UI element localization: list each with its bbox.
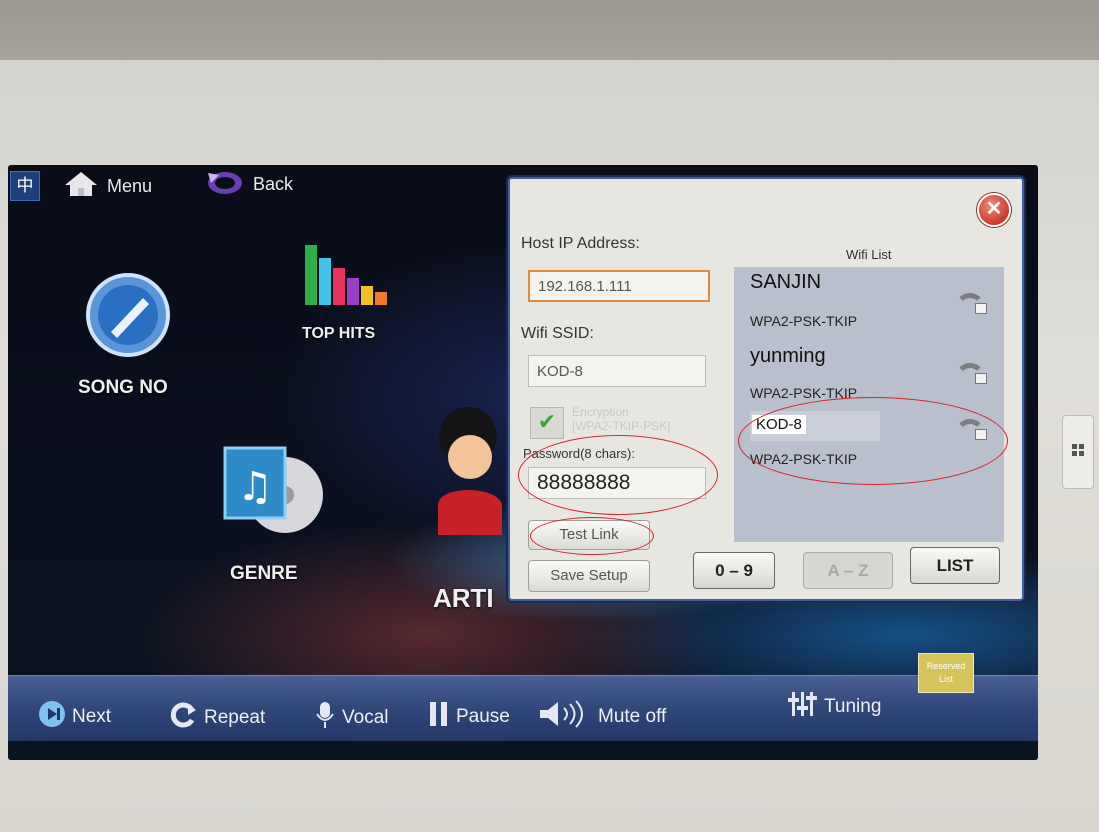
speaker-icon xyxy=(538,700,592,734)
next-icon xyxy=(38,700,66,734)
svg-text:♫: ♫ xyxy=(237,464,273,510)
encryption-label: Encryption xyxy=(572,405,629,419)
next-button[interactable]: Next xyxy=(38,700,111,734)
host-ip-value: 192.168.1.111 xyxy=(538,277,632,295)
list-button[interactable]: LIST xyxy=(910,547,1000,584)
language-toggle-button[interactable]: 中 xyxy=(10,171,40,201)
back-label: Back xyxy=(253,173,294,194)
wifi-list-title: Wifi List xyxy=(846,247,892,262)
top-hits-label: TOP HITS xyxy=(302,325,376,342)
wifi-item-encryption: WPA2-PSK-TKIP xyxy=(750,313,858,329)
digits-keypad-button[interactable]: 0 – 9 xyxy=(693,552,775,589)
repeat-label: Repeat xyxy=(204,707,266,728)
home-icon xyxy=(63,170,99,203)
tuning-label: Tuning xyxy=(824,696,882,717)
letters-keypad-button[interactable]: A – Z xyxy=(803,552,893,589)
pause-button[interactable]: Pause xyxy=(428,700,510,734)
host-ip-label: Host IP Address: xyxy=(521,235,640,252)
close-icon: ✕ xyxy=(985,198,1003,220)
wifi-locked-signal-icon xyxy=(955,363,989,385)
host-ip-input[interactable]: 192.168.1.111 xyxy=(528,270,710,302)
bar-chart-icon xyxy=(303,240,393,315)
genre-label: GENRE xyxy=(230,563,298,584)
device-side-button[interactable] xyxy=(1062,415,1094,489)
annotation-ellipse-kod8 xyxy=(738,397,1008,485)
save-setup-button[interactable]: Save Setup xyxy=(528,560,650,592)
close-button[interactable]: ✕ xyxy=(977,193,1011,227)
letters-label: A – Z xyxy=(827,561,869,580)
grid-icon xyxy=(1072,444,1084,456)
song-no-label: SONG NO xyxy=(78,377,168,398)
screen: 中 Menu Back SONG NO TOP HITS ♫ GENRE ART… xyxy=(8,165,1038,760)
equalizer-icon xyxy=(788,690,818,724)
menu-label: Menu xyxy=(107,175,153,196)
encryption-checkbox[interactable]: ✔ xyxy=(530,407,564,439)
tuning-button[interactable]: Tuning xyxy=(788,690,881,724)
reserved-list-button[interactable]: Reserved List xyxy=(918,653,974,693)
menu-button[interactable]: Menu xyxy=(63,171,152,201)
back-button[interactable]: Back xyxy=(205,169,293,199)
compass-icon xyxy=(83,270,173,365)
annotation-ellipse-password xyxy=(518,435,718,515)
checkmark-icon: ✔ xyxy=(537,409,557,434)
pause-label: Pause xyxy=(456,706,510,727)
repeat-icon xyxy=(168,700,198,736)
pause-icon xyxy=(428,700,450,734)
next-label: Next xyxy=(72,706,112,727)
wifi-ssid-input[interactable]: KOD-8 xyxy=(528,355,706,387)
digits-label: 0 – 9 xyxy=(715,561,753,580)
bottom-control-bar: Next Repeat Vocal Pause Mute off Tuning xyxy=(8,675,1038,741)
mute-label: Mute off xyxy=(598,706,667,727)
wifi-ssid-value: KOD-8 xyxy=(537,362,583,380)
singer-icon xyxy=(428,405,508,540)
encryption-type: [WPA2-TKIP-PSK] xyxy=(572,419,671,433)
list-label: LIST xyxy=(936,556,974,575)
reserved-list-label: List xyxy=(938,674,953,684)
vocal-button[interactable]: Vocal xyxy=(314,700,388,736)
wifi-ssid-label: Wifi SSID: xyxy=(521,325,594,342)
wifi-locked-signal-icon xyxy=(955,293,989,315)
repeat-button[interactable]: Repeat xyxy=(168,700,265,736)
microphone-icon xyxy=(314,700,336,736)
wifi-item-name: yunming xyxy=(750,345,826,367)
music-note-icon: ♫ xyxy=(213,440,323,545)
artist-label: ARTI xyxy=(433,583,494,613)
save-setup-label: Save Setup xyxy=(550,567,628,584)
wifi-item-name: SANJIN xyxy=(750,271,822,293)
vocal-label: Vocal xyxy=(342,707,389,728)
mute-button[interactable]: Mute off xyxy=(538,700,666,734)
annotation-ellipse-test-link xyxy=(530,517,654,555)
reserved-label: Reserved xyxy=(926,661,966,671)
back-arrow-icon xyxy=(205,167,245,202)
